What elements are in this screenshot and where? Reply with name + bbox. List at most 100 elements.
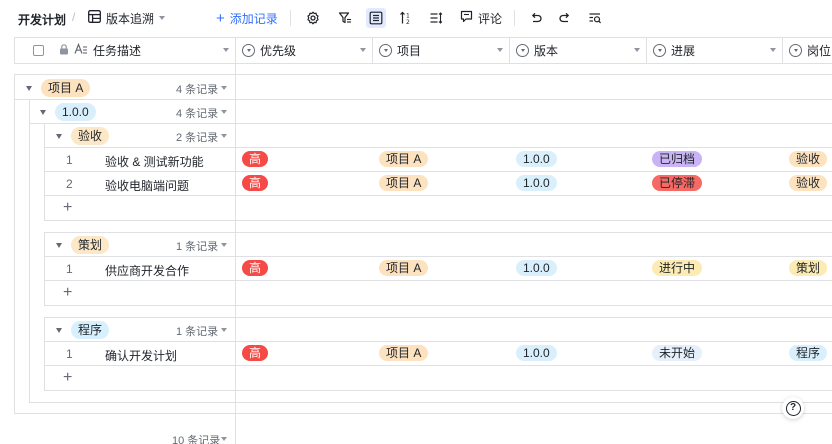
group-count: 4 条记录 [176,108,219,120]
progress-tag[interactable]: 未开始 [652,345,703,361]
role-tag[interactable]: 验收 [789,151,828,167]
priority-tag[interactable]: 高 [242,260,269,276]
column-label: 任务描述 [93,44,142,58]
chevron-down-icon[interactable] [497,48,503,52]
add-record-button[interactable]: + 添加记录 [216,8,278,28]
column-header-project[interactable]: 项目 [373,38,510,63]
column-header-row: 任务描述 优先级 项目 版本 进展 岗位 [14,37,832,64]
lock-icon [59,43,69,58]
project-tag[interactable]: 项目 A [379,175,429,191]
group-label: 策划 [71,236,110,254]
progress-tag[interactable]: 已归档 [652,151,703,167]
add-row-button[interactable]: + [63,199,72,217]
chevron-down-icon[interactable] [221,328,227,332]
role-tag[interactable]: 策划 [789,260,828,276]
undo-icon[interactable] [526,8,546,28]
collapse-icon[interactable] [40,109,46,115]
priority-tag[interactable]: 高 [242,345,269,361]
add-row-button[interactable]: + [63,284,72,302]
group-header-project[interactable]: 项目 A [26,76,91,100]
role-tag[interactable]: 程序 [789,345,828,361]
group-header-sub[interactable]: 策划 [56,233,110,257]
row-divider [45,195,832,196]
collapse-icon[interactable] [56,327,62,333]
toolbar-divider [290,10,291,26]
project-tag[interactable]: 项目 A [379,345,429,361]
search-icon[interactable] [585,8,605,28]
chevron-down-icon[interactable] [634,48,640,52]
version-tag[interactable]: 1.0.0 [516,151,557,167]
row-number: 1 [66,347,73,361]
help-icon: ? [785,400,801,416]
row-divider [45,147,832,148]
toolbar-divider [514,10,515,26]
select-all-checkbox[interactable] [33,45,44,56]
version-tag[interactable]: 1.0.0 [516,260,557,276]
column-header-version[interactable]: 版本 [510,38,647,63]
group-header-sub[interactable]: 验收 [56,124,110,148]
comment-button[interactable]: 评论 [460,8,502,28]
group-count: 4 条记录 [176,84,219,96]
version-tag[interactable]: 1.0.0 [516,175,557,191]
priority-tag[interactable]: 高 [242,175,269,191]
task-cell[interactable]: 验收电脑端问题 [105,177,189,194]
column-label: 岗位 [807,44,832,58]
chevron-down-icon[interactable] [221,437,227,441]
row-height-icon[interactable] [426,8,446,28]
column-header-progress[interactable]: 进展 [647,38,783,63]
collapse-icon[interactable] [56,133,62,139]
comment-label: 评论 [478,11,503,26]
task-cell[interactable]: 供应商开发合作 [105,262,189,279]
row-divider [45,256,832,257]
column-header-task[interactable]: 任务描述 [15,38,236,63]
progress-tag[interactable]: 已停滞 [652,175,703,191]
chevron-down-icon[interactable] [223,48,229,52]
chevron-down-icon[interactable] [770,48,776,52]
view-switcher[interactable]: 版本追溯 [88,8,166,28]
collapse-icon[interactable] [26,85,32,91]
redo-icon[interactable] [555,8,575,28]
group-label: 程序 [71,321,110,339]
group-label: 验收 [71,127,110,145]
single-select-icon [789,44,802,57]
single-select-icon [242,44,255,57]
version-tag[interactable]: 1.0.0 [516,345,557,361]
column-header-priority[interactable]: 优先级 [236,38,373,63]
chevron-down-icon[interactable] [221,110,227,114]
chevron-down-icon[interactable] [360,48,366,52]
comment-icon [460,10,473,26]
group-count: 2 条记录 [176,132,219,144]
chevron-down-icon[interactable] [221,134,227,138]
group-box-sub [44,123,832,221]
progress-tag[interactable]: 进行中 [652,260,703,276]
collapse-icon[interactable] [56,242,62,248]
add-record-label: 添加记录 [229,11,278,26]
settings-icon[interactable] [303,8,323,28]
project-tag[interactable]: 项目 A [379,151,429,167]
add-row-button[interactable]: + [63,369,72,387]
group-count: 1 条记录 [176,241,219,253]
column-header-role[interactable]: 岗位 [783,38,832,63]
chevron-down-icon [159,16,166,20]
column-label: 优先级 [260,44,297,58]
sort-icon[interactable]: 12 [396,8,416,28]
group-label: 1.0.0 [55,103,96,121]
base-title[interactable]: 开发计划 [18,11,66,28]
filter-icon[interactable] [335,8,355,28]
group-header-sub[interactable]: 程序 [56,318,110,342]
project-tag[interactable]: 项目 A [379,260,429,276]
group-header-version[interactable]: 1.0.0 [40,100,96,124]
row-divider [45,341,832,342]
priority-tag[interactable]: 高 [242,151,269,167]
group-icon[interactable] [366,8,386,28]
task-cell[interactable]: 验收 & 测试新功能 [105,153,204,170]
column-label: 项目 [397,44,422,58]
single-select-icon [379,44,392,57]
chevron-down-icon[interactable] [221,243,227,247]
chevron-down-icon[interactable] [221,86,227,90]
help-button[interactable]: ? [782,397,804,419]
role-tag[interactable]: 验收 [789,175,828,191]
toolbar: 开发计划 / 版本追溯 + 添加记录 12 评论 [0,0,832,36]
task-cell[interactable]: 确认开发计划 [105,347,177,364]
row-divider [45,280,832,281]
